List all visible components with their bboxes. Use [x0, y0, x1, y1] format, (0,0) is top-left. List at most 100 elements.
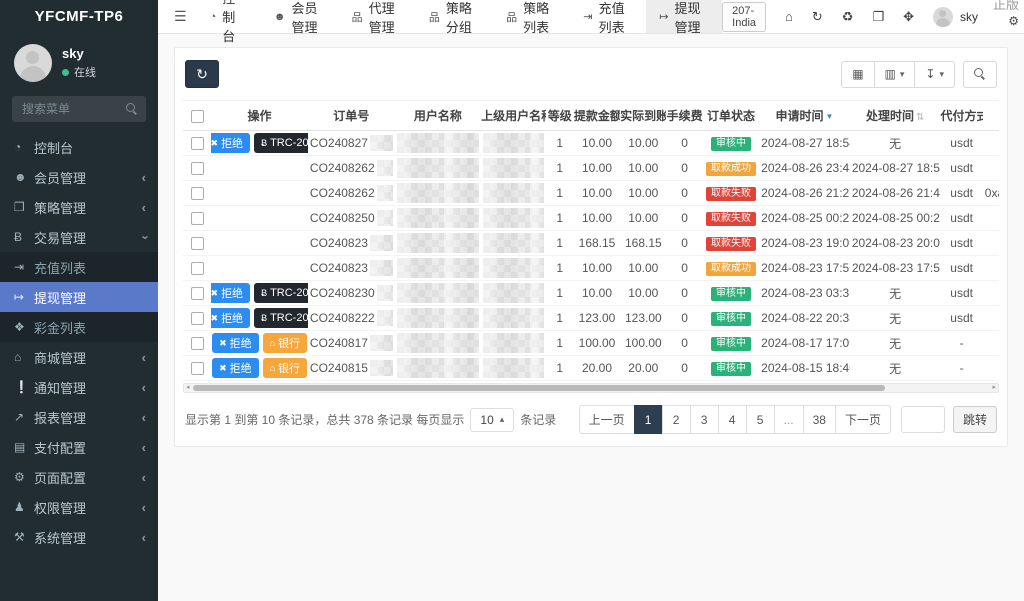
horizontal-scrollbar[interactable]: ◂ ▸ — [183, 383, 999, 393]
blurred-parent-username — [483, 158, 544, 178]
page-button-38[interactable]: 38 — [802, 405, 836, 434]
toggle-view-button[interactable]: ▦ — [841, 60, 875, 88]
scrollbar-thumb[interactable] — [193, 385, 885, 391]
sidebar-item-交易管理[interactable]: Ƀ 交易管理 ‹ — [0, 222, 158, 252]
row-checkbox[interactable] — [190, 337, 204, 351]
home-icon[interactable]: ⌂ — [785, 9, 793, 25]
trash-icon[interactable]: ♻ — [842, 9, 854, 25]
column-header-订单号[interactable]: 订单号 — [307, 100, 395, 131]
sidebar-item-权限管理[interactable]: ♟ 权限管理 ‹ — [0, 492, 158, 522]
sidebar-item-提现管理[interactable]: ↦ 提现管理 — [0, 282, 158, 312]
reject-button[interactable]: ✖ 拒绝 — [212, 333, 259, 353]
row-checkbox[interactable] — [190, 312, 204, 326]
username-cell — [394, 205, 482, 231]
row-checkbox[interactable] — [190, 162, 204, 176]
scroll-left-arrow[interactable]: ◂ — [186, 383, 190, 393]
tab-策略列表[interactable]: 品策略列表 — [493, 0, 570, 35]
column-header-提款金额[interactable]: 提款金额 — [573, 100, 621, 131]
sidebar-item-会员管理[interactable]: ☻ 会员管理 ‹ — [0, 162, 158, 192]
sort-icon[interactable]: ⇅ — [916, 112, 924, 123]
column-header-用户名称[interactable]: 用户名称 — [394, 100, 482, 131]
sidebar-item-系统管理[interactable]: ⚒ 系统管理 ‹ — [0, 522, 158, 552]
page-button-4[interactable]: 4 — [717, 405, 747, 434]
column-header-操作[interactable]: 操作 — [211, 100, 308, 131]
next-page-button[interactable]: 下一页 — [834, 405, 891, 434]
row-checkbox[interactable] — [190, 237, 204, 251]
tab-充值列表[interactable]: ⇥ 充值列表 — [570, 0, 646, 35]
order-cell: CO240815 — [307, 355, 395, 381]
tab-提现管理[interactable]: ↦ 提现管理 — [646, 0, 723, 35]
row-checkbox[interactable] — [190, 287, 204, 301]
column-header-上级用户名称[interactable]: 上级用户名称 — [481, 100, 546, 131]
sidebar-item-支付配置[interactable]: ▤ 支付配置 ‹ — [0, 432, 158, 462]
reject-button[interactable]: ✖ 拒绝 — [211, 283, 251, 303]
sidebar-item-报表管理[interactable]: ↗ 报表管理 ‹ — [0, 402, 158, 432]
reject-button[interactable]: ✖ 拒绝 — [211, 133, 251, 153]
columns-button[interactable]: ▥ ▾ — [873, 60, 916, 88]
search-button[interactable] — [963, 60, 997, 88]
extra-cell — [982, 305, 999, 331]
column-header-extra[interactable] — [982, 100, 999, 131]
sidebar-item-商城管理[interactable]: ⌂ 商城管理 ‹ — [0, 342, 158, 372]
cogs-icon[interactable]: ⚙ — [1008, 14, 1019, 28]
row-checkbox[interactable] — [190, 137, 204, 151]
page-button-1[interactable]: 1 — [633, 405, 663, 434]
tab-label: 控制台 — [222, 0, 236, 44]
username-cell — [394, 330, 482, 356]
prev-page-button[interactable]: 上一页 — [578, 405, 635, 434]
column-header-申请时间[interactable]: 申请时间 ▼ — [759, 100, 850, 131]
page-button-5[interactable]: 5 — [745, 405, 775, 434]
refresh-icon[interactable]: ↻ — [812, 9, 823, 25]
tab-会员管理[interactable]: ☻ 会员管理 — [261, 0, 339, 35]
table-row: ✖ 拒绝 ⌂ 银行 CO240815 1 20.00 20.00 0 审核中 2024-08-15 … — [183, 355, 999, 381]
expand-icon[interactable]: ✥ — [903, 9, 914, 25]
column-header-代付方式[interactable]: 代付方式 — [940, 100, 983, 131]
hamburger-icon[interactable]: ☰ — [164, 8, 197, 25]
page-button-3[interactable]: 3 — [689, 405, 719, 434]
extra-cell — [982, 255, 999, 281]
region-badge[interactable]: 207-India — [722, 1, 767, 32]
sidebar-item-策略管理[interactable]: ❒ 策略管理 ‹ — [0, 192, 158, 222]
trc20-button[interactable]: Ƀ TRC-20 — [254, 283, 308, 303]
sidebar-item-彩金列表[interactable]: ❖ 彩金列表 — [0, 312, 158, 342]
column-header-实际到账[interactable]: 实际到账 — [620, 100, 667, 131]
bank-button[interactable]: ⌂ 银行 — [262, 358, 308, 378]
select-all-checkbox[interactable] — [190, 109, 204, 123]
app-logo[interactable]: YFCMF-TP6 — [0, 0, 158, 34]
copy-icon[interactable]: ❐ — [872, 9, 884, 25]
trc20-button[interactable]: Ƀ TRC-20 — [254, 308, 308, 328]
row-checkbox[interactable] — [190, 212, 204, 226]
sidebar-item-通知管理[interactable]: ❕ 通知管理 ‹ — [0, 372, 158, 402]
sidebar-item-label: 充值列表 — [34, 260, 87, 276]
trc20-button[interactable]: Ƀ TRC-20 — [254, 133, 308, 153]
scroll-right-arrow[interactable]: ▸ — [992, 383, 996, 393]
row-checkbox[interactable] — [190, 362, 204, 376]
member-icon: ☻ — [273, 10, 286, 23]
tab-控制台[interactable]: ◔ 控制台 — [197, 0, 261, 44]
reject-button[interactable]: ✖ 拒绝 — [212, 358, 259, 378]
row-checkbox[interactable] — [190, 187, 204, 201]
tab-代理管理[interactable]: 品代理管理 — [339, 0, 416, 35]
reject-button[interactable]: ✖ 拒绝 — [211, 308, 251, 328]
column-header-订单状态[interactable]: 订单状态 — [702, 100, 760, 131]
search-icon[interactable] — [126, 103, 138, 115]
tab-策略分组[interactable]: 品策略分组 — [416, 0, 493, 35]
export-button[interactable]: ↧ ▾ — [914, 60, 955, 88]
page-size-select[interactable]: 10 ▴ — [470, 407, 515, 432]
row-checkbox[interactable] — [190, 262, 204, 276]
column-header-等级[interactable]: 等级 — [545, 100, 574, 131]
bank-button[interactable]: ⌂ 银行 — [262, 333, 308, 353]
page-jump-button[interactable]: 跳转 — [952, 406, 997, 433]
parent-username-cell — [481, 305, 546, 331]
column-header-手续费[interactable]: 手续费 — [666, 100, 703, 131]
nav-user[interactable]: sky — [933, 6, 978, 27]
sort-desc-icon[interactable]: ▼ — [826, 112, 834, 121]
sidebar-item-控制台[interactable]: ◔ 控制台 — [0, 132, 158, 162]
actual-cell: 10.00 — [620, 205, 667, 231]
column-header-处理时间[interactable]: 处理时间 ⇅ — [849, 100, 941, 131]
sidebar-item-页面配置[interactable]: ⚙ 页面配置 ‹ — [0, 462, 158, 492]
refresh-button[interactable]: ↻ — [185, 60, 219, 88]
page-button-2[interactable]: 2 — [661, 405, 691, 434]
sidebar-item-充值列表[interactable]: ⇥ 充值列表 — [0, 252, 158, 282]
page-jump-input[interactable] — [900, 406, 945, 433]
